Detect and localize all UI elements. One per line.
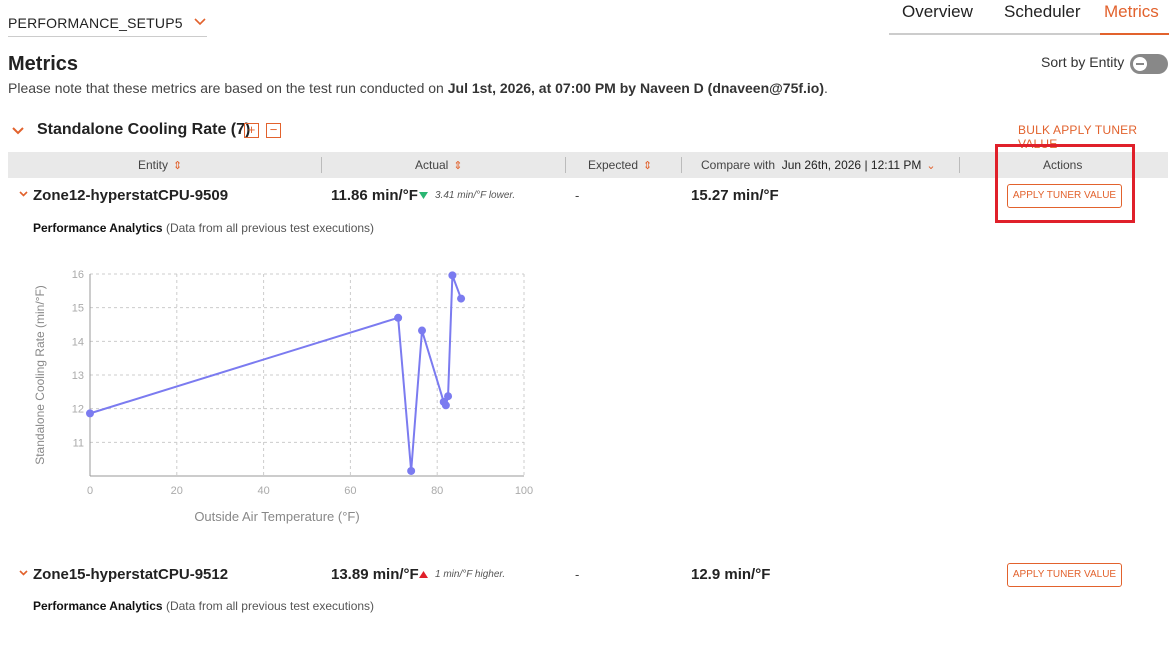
row-entity: Zone15-hyperstatCPU-9512 xyxy=(33,566,229,583)
data-point xyxy=(407,466,416,475)
note-prefix: Please note that these metrics are based… xyxy=(8,80,448,96)
row-entity: Zone12-hyperstatCPU-9509 xyxy=(33,187,229,204)
x-axis-label: Outside Air Temperature (°F) xyxy=(194,509,359,524)
row-collapse-chevron-icon[interactable] xyxy=(19,568,28,579)
x-tick-label: 0 xyxy=(87,485,93,497)
data-point xyxy=(441,401,450,410)
column-divider xyxy=(321,157,322,173)
series-line xyxy=(89,274,463,472)
header-expected[interactable]: Expected ⇕ xyxy=(588,158,652,172)
y-tick-label: 12 xyxy=(72,404,84,416)
setup-selector[interactable]: PERFORMANCE_SETUP5 xyxy=(8,10,207,37)
x-tick-label: 100 xyxy=(515,485,533,497)
y-tick-label: 15 xyxy=(72,303,84,315)
x-tick-label: 80 xyxy=(431,485,443,497)
column-divider xyxy=(565,157,566,173)
note-date: Jul 1st, 2026 xyxy=(447,80,532,96)
performance-analytics-label: Performance Analytics (Data from all pre… xyxy=(33,221,374,235)
page-title: Metrics xyxy=(8,53,79,75)
row-collapse-chevron-icon[interactable] xyxy=(19,189,28,200)
data-point xyxy=(86,409,94,418)
row-expected: - xyxy=(575,567,580,582)
note-mid: , at xyxy=(531,80,556,96)
header-compare[interactable]: Compare with Jun 26th, 2026 | 12:11 PM ⌄ xyxy=(701,158,936,172)
header-actual-label: Actual xyxy=(415,158,449,172)
column-divider xyxy=(681,157,682,173)
data-point xyxy=(444,392,453,401)
analytics-title: Performance Analytics xyxy=(33,599,163,613)
row-actual: 11.86 min/°F xyxy=(331,187,418,204)
note-by: by xyxy=(615,80,640,96)
toggle-knob xyxy=(1133,57,1147,71)
chevron-down-icon xyxy=(194,15,206,29)
note-user: Naveen D (dnaveen@75f.io) xyxy=(639,80,825,96)
expand-all-button[interactable]: + xyxy=(244,123,259,138)
group-title: Standalone Cooling Rate (7) xyxy=(37,121,251,138)
trend-up-icon xyxy=(419,570,428,580)
sort-icon: ⇕ xyxy=(643,160,653,172)
group-collapse-chevron-icon[interactable] xyxy=(12,123,24,138)
row-expected: - xyxy=(575,188,580,203)
header-actual[interactable]: Actual ⇕ xyxy=(415,158,463,172)
tab-metrics[interactable]: Metrics xyxy=(1104,2,1159,22)
y-tick-label: 11 xyxy=(73,437,84,449)
trend-down-icon xyxy=(419,191,428,201)
table-header: Entity ⇕ Actual ⇕ Expected ⇕ Compare with J… xyxy=(8,152,1168,178)
note-suffix: . xyxy=(824,80,828,96)
row-compare: 15.27 min/°F xyxy=(691,187,779,204)
cooling-rate-chart: 11 12 13 14 15 16 0 20 40 60 80 100 Outside Air Temp… xyxy=(33,269,533,524)
sort-icon: ⇕ xyxy=(453,160,463,172)
analytics-title: Performance Analytics xyxy=(33,221,163,235)
data-point xyxy=(448,271,457,280)
row-delta: 1 min/°F higher. xyxy=(435,569,506,580)
sort-by-entity-toggle[interactable] xyxy=(1130,54,1168,74)
analytics-note: (Data from all previous test executions) xyxy=(165,221,375,235)
performance-analytics-label: Performance Analytics (Data from all pre… xyxy=(33,599,374,613)
y-tick-label: 13 xyxy=(72,370,84,382)
data-point xyxy=(418,326,427,335)
x-tick-label: 60 xyxy=(344,485,356,497)
chevron-down-icon[interactable]: ⌄ xyxy=(926,160,935,172)
y-tick-label: 16 xyxy=(72,269,84,281)
x-tick-label: 40 xyxy=(257,485,269,497)
row-actual: 13.89 min/°F xyxy=(331,566,419,583)
highlight-annotation xyxy=(995,144,1135,223)
x-tick-label: 20 xyxy=(171,485,183,497)
header-entity-label: Entity xyxy=(138,158,169,172)
tab-overview[interactable]: Overview xyxy=(902,2,973,22)
y-tick-label: 14 xyxy=(72,336,84,348)
data-point xyxy=(394,313,403,322)
setup-name: PERFORMANCE_SETUP5 xyxy=(8,15,183,31)
tab-scheduler[interactable]: Scheduler xyxy=(1004,2,1081,22)
analytics-note: (Data from all previous test executions) xyxy=(165,599,375,613)
row-delta: 3.41 min/°F lower. xyxy=(435,190,516,201)
y-axis-label: Standalone Cooling Rate (min/°F) xyxy=(33,285,47,465)
note-time: 07:00 PM xyxy=(555,80,616,96)
sort-icon: ⇕ xyxy=(173,160,183,172)
header-compare-label: Compare with xyxy=(701,158,776,172)
data-point xyxy=(457,294,466,303)
collapse-all-button[interactable]: − xyxy=(266,123,281,138)
page-note: Please note that these metrics are based… xyxy=(8,80,828,96)
header-expected-label: Expected xyxy=(588,158,639,172)
row-compare: 12.9 min/°F xyxy=(691,566,771,583)
compare-date-select[interactable]: Jun 26th, 2026 | 12:11 PM xyxy=(782,158,922,172)
header-entity[interactable]: Entity ⇕ xyxy=(138,158,182,172)
table-row: Zone15-hyperstatCPU-9512 13.89 min/°F 1 … xyxy=(0,562,1173,592)
column-divider xyxy=(959,157,960,173)
sort-label: Sort by Entity xyxy=(1041,54,1125,70)
active-tab-indicator xyxy=(1100,33,1169,35)
apply-tuner-button[interactable]: APPLY TUNER VALUE xyxy=(1007,563,1122,587)
